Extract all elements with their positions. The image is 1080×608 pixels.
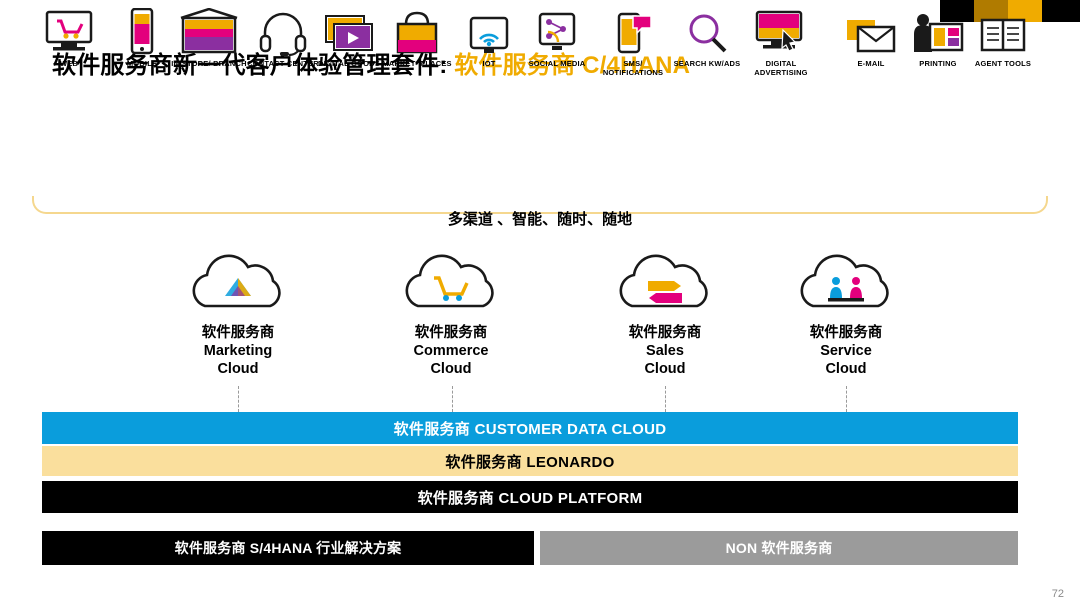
channel-label: WEB: [59, 59, 79, 68]
channel-label: IOT: [482, 59, 496, 68]
channel-item-sms-notifications: SMS/ NOTIFICATIONS: [594, 0, 672, 77]
tagline: 多渠道 、智能、随时、随地: [447, 211, 633, 228]
channel-item-social-media: SOCIAL MEDIA: [518, 0, 596, 68]
channel-item-agent-tools: AGENT TOOLS: [964, 0, 1042, 68]
sales-cloud-icon: [565, 248, 765, 320]
wifi-signal-icon: [450, 0, 528, 56]
cloud-row: 软件服务商 Marketing Cloud 软件服务商 Commerce Clo…: [0, 248, 1080, 388]
commerce-cloud-icon: [351, 248, 551, 320]
channel-label: DIGITAL GOODS: [318, 59, 380, 68]
shopping-bag-icon: [378, 0, 456, 56]
social-share-icon: [518, 0, 596, 56]
magnifier-icon: [668, 0, 746, 56]
connector-marketing: [238, 386, 239, 412]
cloud-card-commerce: 软件服务商 Commerce Cloud: [351, 248, 551, 378]
connector-commerce: [452, 386, 453, 412]
channel-item-iot: IOT: [450, 0, 528, 68]
cloud-caption: 软件服务商 Commerce Cloud: [413, 325, 489, 377]
cloud-caption: 软件服务商 Marketing Cloud: [201, 325, 275, 377]
page-number: 72: [1051, 588, 1064, 600]
channel-label: IN-STORE/ BRANCH: [171, 59, 247, 68]
cloud-caption: 软件服务商 Sales Cloud: [628, 325, 702, 377]
band-cloud-platform: 软件服务商 CLOUD PLATFORM: [42, 481, 1018, 513]
channel-item-digital-advertising: DIGITAL ADVERTISING: [742, 0, 820, 77]
channel-label: SMS/ NOTIFICATIONS: [602, 59, 664, 77]
media-stack-icon: [310, 0, 388, 56]
desktop-cart-icon: [30, 0, 108, 56]
band-leonardo: 软件服务商 LEONARDO: [42, 446, 1018, 476]
cloud-caption: 软件服务商 Service Cloud: [809, 325, 883, 377]
channel-item-search: SEARCH KW/ADS: [668, 0, 746, 68]
channel-item-web: WEB: [30, 0, 108, 68]
bottom-band-row: 软件服务商 S/4HANA 行业解决方案 NON 软件服务商: [42, 531, 1018, 565]
channel-label: AGENT TOOLS: [974, 59, 1032, 68]
cloud-card-service: 软件服务商 Service Cloud: [746, 248, 946, 378]
sms-bubble-icon: [594, 0, 672, 56]
service-cloud-icon: [746, 248, 946, 320]
channel-item-marketplaces: MARKET- PLACES: [378, 0, 456, 68]
connector-sales: [665, 386, 666, 412]
monitor-cursor-icon: [742, 0, 820, 56]
channel-label: DIGITAL ADVERTISING: [754, 59, 808, 77]
channel-strip: [30, 108, 1050, 206]
cloud-card-sales: 软件服务商 Sales Cloud: [565, 248, 765, 378]
connector-service: [846, 386, 847, 412]
channel-item-in-store: IN-STORE/ BRANCH: [170, 0, 248, 68]
storefront-icon: [170, 0, 248, 56]
top-accent-bar-black-2: [1042, 0, 1080, 22]
channel-item-digital-goods: DIGITAL GOODS: [310, 0, 388, 68]
channel-label: SOCIAL MEDIA: [528, 59, 586, 68]
band-non-sap: NON 软件服务商: [540, 531, 1018, 565]
cloud-card-marketing: 软件服务商 Marketing Cloud: [138, 248, 338, 378]
open-book-icon: [964, 0, 1042, 56]
band-customer-data-cloud: 软件服务商 CUSTOMER DATA CLOUD: [42, 412, 1018, 444]
channel-label: MARKET- PLACES: [382, 59, 452, 68]
channel-label: SEARCH KW/ADS: [673, 59, 741, 68]
band-s4hana-industry-solutions: 软件服务商 S/4HANA 行业解决方案: [42, 531, 534, 565]
marketing-cloud-icon: [138, 248, 338, 320]
